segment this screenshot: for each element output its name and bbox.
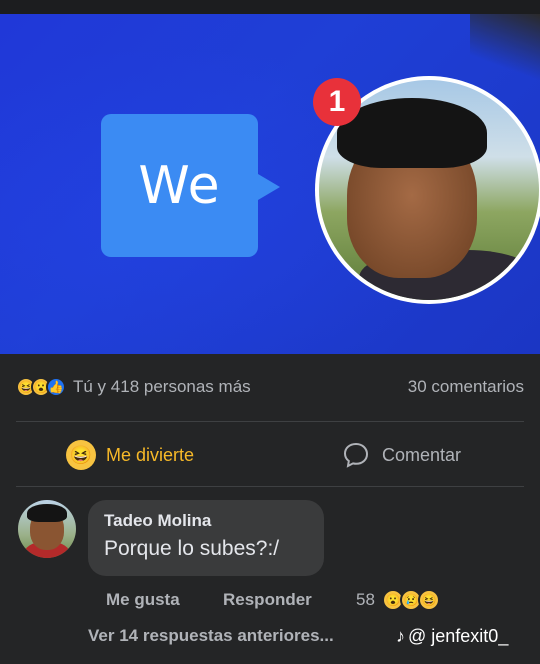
comments-count[interactable]: 30 comentarios [408, 377, 524, 397]
comment-reaction-count[interactable]: 58 [356, 590, 375, 610]
top-bar [0, 0, 540, 14]
comment-like-button[interactable]: Me gusta [106, 590, 180, 610]
react-button[interactable]: 😆 Me divierte [66, 440, 194, 470]
comment-reply-button[interactable]: Responder [223, 590, 312, 610]
avatar[interactable] [18, 500, 76, 558]
divider-top [16, 421, 524, 422]
we-bubble-text: We [138, 155, 221, 216]
view-previous-replies-link[interactable]: Ver 14 respuestas anteriores... [88, 626, 334, 646]
comment-label: Comentar [382, 444, 462, 465]
notification-badge: 1 [313, 78, 361, 126]
post-image[interactable]: We 1 [0, 14, 540, 354]
image-corner-shadow [470, 14, 540, 84]
divider-bottom [16, 486, 524, 487]
post-stats-row: 😆 😮 👍 Tú y 418 personas más 30 comentari… [16, 372, 524, 402]
we-chat-bubble: We [101, 114, 280, 257]
haha-icon: 😆 [418, 589, 440, 611]
replies-row: Ver 14 respuestas anteriores... ♪ @ jenf… [88, 622, 528, 650]
avatar-hair [27, 504, 67, 522]
tiktok-icon: ♪ [396, 625, 405, 646]
comment-author[interactable]: Tadeo Molina [104, 511, 308, 531]
reaction-summary[interactable]: 😆 😮 👍 Tú y 418 personas más [16, 377, 251, 397]
haha-icon: 😆 [66, 440, 96, 470]
post-actions-row: 😆 Me divierte Comentar [0, 428, 540, 482]
watermark-text: @ jenfexit0_ [408, 625, 509, 646]
tiktok-watermark: ♪ @ jenfexit0_ [396, 626, 508, 647]
react-label: Me divierte [106, 444, 195, 465]
reactions-text[interactable]: Tú y 418 personas más [73, 377, 251, 397]
comment-text: Porque lo subes?:/ [104, 537, 280, 560]
like-icon: 👍 [46, 377, 66, 397]
comment-bubble[interactable]: Tadeo Molina Porque lo subes?:/ [88, 500, 324, 576]
comment-button[interactable]: Comentar [342, 441, 461, 469]
comment-meta: Me gusta Responder 58 😮 😢 😆 [106, 588, 526, 612]
comment-icon [343, 442, 369, 468]
comment-reactions[interactable]: 😮 😢 😆 [382, 589, 440, 611]
